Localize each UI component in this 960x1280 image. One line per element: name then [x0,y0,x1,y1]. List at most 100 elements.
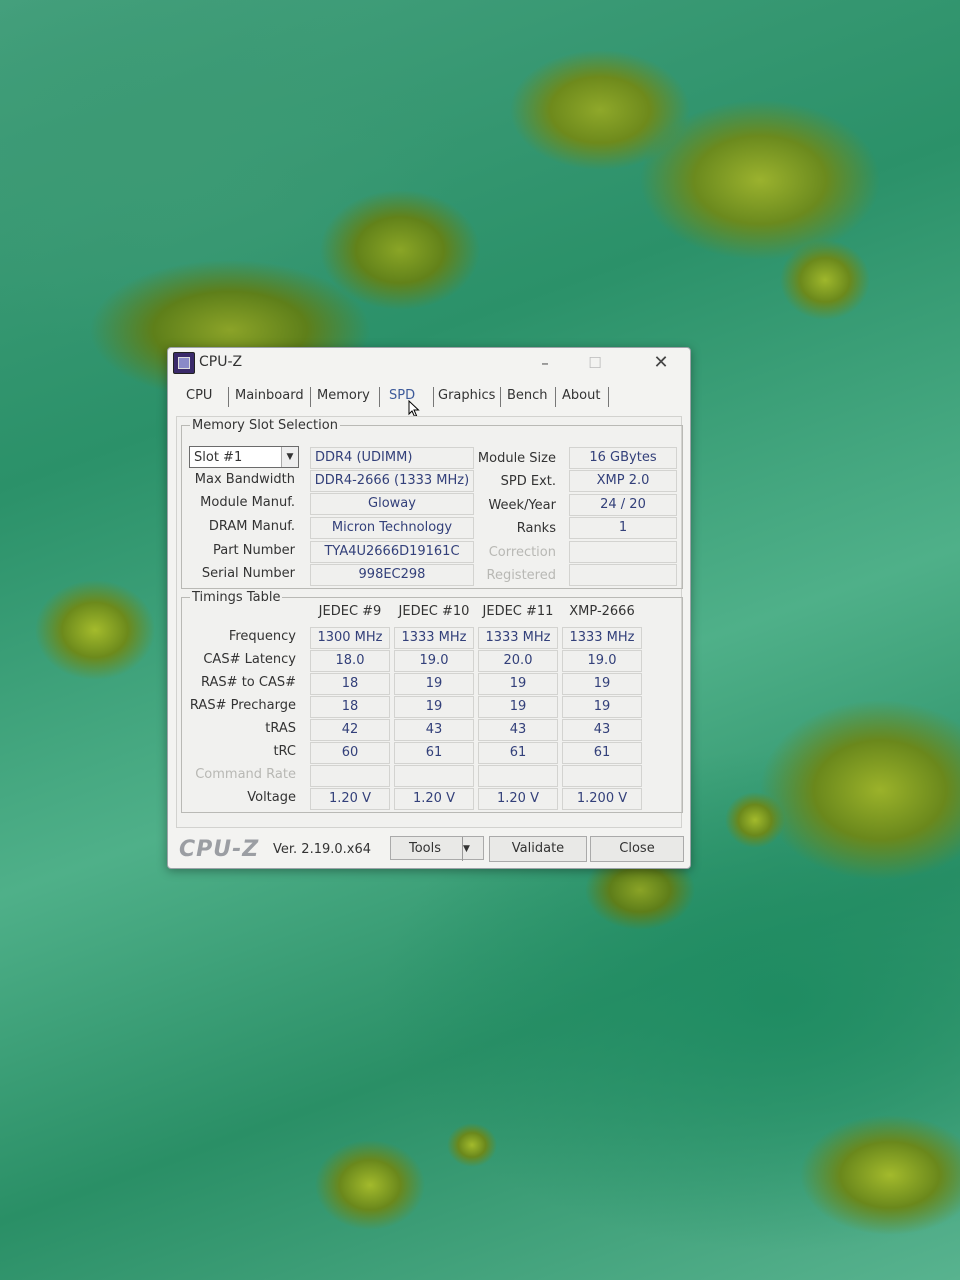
slot-select[interactable]: Slot #1 ▼ [189,446,299,468]
correction-value [569,541,677,563]
timing-cell: 19.0 [394,650,474,672]
timing-column-header: JEDEC #9 [318,604,382,619]
tab-divider [500,387,501,407]
tras-label: tRAS [265,721,296,736]
timing-cell: 19 [394,696,474,718]
cpuz-window: CPU-Z – ☐ ✕ CPU Mainboard Memory SPD Gra… [167,347,691,869]
dram-manuf-value: Micron Technology [310,517,474,539]
memory-type-value: DDR4 (UDIMM) [310,447,474,469]
timings-table-legend: Timings Table [190,590,283,605]
spd-panel: Memory Slot Selection Slot #1 ▼ DDR4 (UD… [176,416,683,828]
timing-cell: 19 [394,673,474,695]
registered-label: Registered [486,568,557,583]
tools-button-label: Tools [409,841,442,856]
close-button[interactable]: Close [590,836,684,862]
week-year-label: Week/Year [488,498,556,513]
timing-cell: 1.20 V [310,788,390,810]
window-title: CPU-Z [199,354,243,370]
timing-cell: 42 [310,719,390,741]
maximize-button[interactable]: ☐ [580,350,610,376]
trc-label: tRC [273,744,296,759]
slot-select-value: Slot #1 [194,450,243,465]
timing-cell: 1.200 V [562,788,642,810]
close-window-button[interactable]: ✕ [646,350,676,376]
timing-cell: 19 [478,696,558,718]
ras-to-cas-label: RAS# to CAS# [201,675,296,690]
tab-mainboard[interactable]: Mainboard [231,388,308,403]
serial-number-label: Serial Number [201,566,295,581]
memory-slot-legend: Memory Slot Selection [190,418,340,433]
tab-divider [310,387,311,407]
timing-cell: 1300 MHz [310,627,390,649]
ranks-label: Ranks [516,521,556,536]
module-manuf-label: Module Manuf. [200,495,295,510]
timing-cell: 61 [478,742,558,764]
cpuz-brand-logo: CPU-Z [179,837,260,862]
timing-cell: 1333 MHz [478,627,558,649]
ranks-value: 1 [569,517,677,539]
timing-cell: 1333 MHz [562,627,642,649]
serial-number-value: 998EC298 [310,564,474,586]
module-manuf-value: Gloway [310,493,474,515]
tab-graphics[interactable]: Graphics [434,388,499,403]
ras-precharge-label: RAS# Precharge [189,698,296,713]
memory-slot-group: Memory Slot Selection Slot #1 ▼ DDR4 (UD… [181,418,683,589]
module-size-label: Module Size [477,451,556,466]
tab-bar: CPU Mainboard Memory SPD Graphics Bench … [178,384,680,410]
timing-cell: 1.20 V [478,788,558,810]
tab-divider [608,387,609,407]
timing-cell: 19 [562,696,642,718]
tab-about[interactable]: About [558,388,604,403]
part-number-value: TYA4U2666D19161C [310,541,474,563]
correction-label: Correction [488,545,556,560]
minimize-button[interactable]: – [530,350,560,376]
timing-cell: 19.0 [562,650,642,672]
registered-value [569,564,677,586]
frequency-label: Frequency [228,629,296,644]
max-bandwidth-label: Max Bandwidth [194,472,295,487]
timing-column-header: JEDEC #10 [398,604,470,619]
max-bandwidth-value: DDR4-2666 (1333 MHz) [310,470,474,492]
voltage-label: Voltage [247,790,296,805]
tab-divider [379,387,380,407]
tab-cpu[interactable]: CPU [182,388,216,403]
version-label: Ver. 2.19.0.x64 [273,842,372,857]
timings-table-group: Timings Table JEDEC #9 JEDEC #10 JEDEC #… [181,590,683,813]
timing-cell [310,765,390,787]
command-rate-label: Command Rate [195,767,296,782]
timing-cell: 18 [310,696,390,718]
chevron-down-icon[interactable]: ▼ [281,447,298,467]
timing-cell: 43 [394,719,474,741]
timing-cell: 20.0 [478,650,558,672]
timing-cell [562,765,642,787]
timing-cell: 61 [394,742,474,764]
week-year-value: 24 / 20 [569,494,677,516]
timing-column-header: JEDEC #11 [482,604,554,619]
tab-bench[interactable]: Bench [503,388,552,403]
part-number-label: Part Number [212,543,295,558]
timing-cell: 43 [478,719,558,741]
timing-cell: 18.0 [310,650,390,672]
tools-button[interactable]: Tools ▼ [390,836,484,861]
timing-cell: 61 [562,742,642,764]
title-bar[interactable]: CPU-Z – ☐ ✕ [168,348,690,380]
validate-button[interactable]: Validate [489,836,587,862]
footer-bar: CPU-Z Ver. 2.19.0.x64 Tools ▼ Validate C… [168,830,690,868]
timing-column-header: XMP-2666 [569,604,635,619]
chevron-down-icon[interactable]: ▼ [462,837,483,861]
dram-manuf-label: DRAM Manuf. [208,519,295,534]
timing-cell: 60 [310,742,390,764]
spd-ext-value: XMP 2.0 [569,470,677,492]
timing-cell: 1333 MHz [394,627,474,649]
cpuz-app-icon [173,352,195,374]
tab-divider [228,387,229,407]
timing-cell: 19 [478,673,558,695]
timing-cell: 19 [562,673,642,695]
spd-ext-label: SPD Ext. [500,474,556,489]
timing-cell: 18 [310,673,390,695]
timing-cell [394,765,474,787]
tab-memory[interactable]: Memory [313,388,374,403]
module-size-value: 16 GBytes [569,447,677,469]
cas-latency-label: CAS# Latency [203,652,296,667]
timing-cell: 1.20 V [394,788,474,810]
